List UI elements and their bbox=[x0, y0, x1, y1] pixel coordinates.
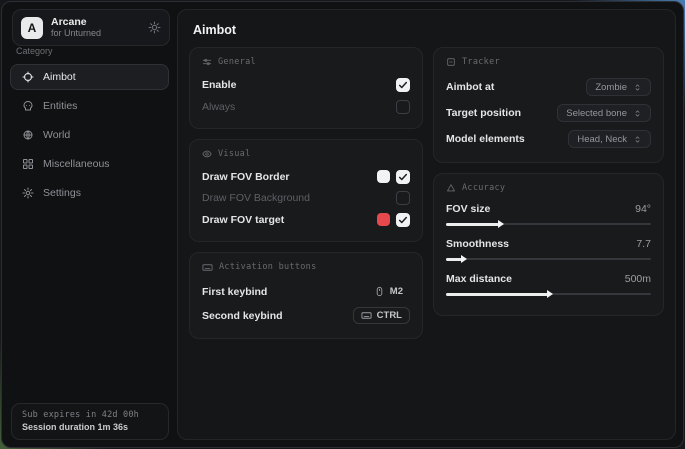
unfold-icon bbox=[633, 83, 642, 92]
slider-group-smoothness: Smoothness 7.7 bbox=[446, 235, 651, 260]
setting-row-fov-target: Draw FOV target bbox=[202, 209, 410, 231]
setting-row-model-elements: Model elements Head, Neck bbox=[446, 126, 651, 152]
slider-thumb[interactable] bbox=[547, 290, 553, 298]
sidebar-item-label: Settings bbox=[43, 187, 81, 199]
accuracy-card: Accuracy FOV size 94° Smoothness bbox=[433, 173, 664, 316]
setting-row-always: Always bbox=[202, 96, 410, 118]
sidebar: A Arcane for Unturned Category Aimbot En… bbox=[2, 2, 177, 447]
tracker-card: Tracker Aimbot at Zombie Target position… bbox=[433, 47, 664, 163]
visual-card: Visual Draw FOV Border Draw FOV Backgrou… bbox=[189, 139, 423, 242]
smoothness-slider[interactable] bbox=[446, 258, 651, 260]
section-title: Tracker bbox=[462, 57, 500, 67]
section-title: Visual bbox=[218, 149, 251, 159]
dropdown-value: Head, Neck bbox=[577, 134, 627, 145]
target-position-dropdown[interactable]: Selected bone bbox=[557, 104, 651, 122]
check-icon bbox=[398, 172, 408, 182]
first-keybind-button[interactable]: M2 bbox=[367, 284, 410, 299]
sliders-icon bbox=[202, 57, 212, 67]
app-brand: A Arcane for Unturned bbox=[12, 9, 170, 46]
check-icon bbox=[398, 215, 408, 225]
grid-icon bbox=[22, 158, 34, 170]
activation-card: Activation buttons First keybind M2 Seco… bbox=[189, 252, 423, 339]
logo-letter: A bbox=[28, 21, 37, 35]
app-logo: A bbox=[21, 17, 43, 39]
second-keybind-button[interactable]: CTRL bbox=[353, 307, 410, 324]
main-panel: Aimbot General Enable Always bbox=[177, 9, 676, 440]
fov-border-checkbox[interactable] bbox=[396, 170, 410, 184]
sidebar-item-miscellaneous[interactable]: Miscellaneous bbox=[10, 151, 169, 177]
fov-target-checkbox[interactable] bbox=[396, 213, 410, 227]
general-card: General Enable Always bbox=[189, 47, 423, 129]
setting-row-target-position: Target position Selected bone bbox=[446, 100, 651, 126]
sidebar-item-aimbot[interactable]: Aimbot bbox=[10, 64, 169, 90]
slider-value: 7.7 bbox=[636, 238, 651, 250]
setting-row-second-keybind: Second keybind CTRL bbox=[202, 304, 410, 328]
setting-row-fov-border: Draw FOV Border bbox=[202, 166, 410, 188]
crosshair-icon bbox=[22, 71, 34, 83]
gear-icon bbox=[22, 187, 34, 199]
sidebar-item-label: World bbox=[43, 129, 70, 141]
session-duration-text: Session duration 1m 36s bbox=[22, 421, 158, 434]
category-nav: Aimbot Entities World Miscellaneous Sett… bbox=[2, 64, 177, 206]
scan-icon bbox=[446, 57, 456, 67]
sidebar-item-world[interactable]: World bbox=[10, 122, 169, 148]
aimbot-at-dropdown[interactable]: Zombie bbox=[586, 78, 651, 96]
slider-group-max-distance: Max distance 500m bbox=[446, 270, 651, 295]
enable-checkbox[interactable] bbox=[396, 78, 410, 92]
slider-value: 94° bbox=[635, 203, 651, 215]
app-subtitle: for Unturned bbox=[51, 28, 140, 38]
sub-expiry-text: Sub expires in 42d 00h bbox=[22, 409, 158, 421]
entities-icon bbox=[22, 100, 34, 112]
setting-row-first-keybind: First keybind M2 bbox=[202, 280, 410, 304]
keybind-value: M2 bbox=[390, 286, 403, 297]
keyboard-icon bbox=[202, 262, 213, 273]
category-label: Category bbox=[16, 46, 177, 56]
color-swatch[interactable] bbox=[377, 213, 390, 226]
page-title: Aimbot bbox=[193, 23, 660, 37]
keyboard-icon bbox=[361, 310, 372, 321]
unfold-icon bbox=[633, 109, 642, 118]
app-window: A Arcane for Unturned Category Aimbot En… bbox=[1, 1, 684, 448]
sidebar-item-entities[interactable]: Entities bbox=[10, 93, 169, 119]
setting-row-enable: Enable bbox=[202, 74, 410, 96]
settings-gear-icon[interactable] bbox=[148, 21, 161, 34]
keybind-value: CTRL bbox=[377, 310, 402, 321]
sidebar-item-label: Entities bbox=[43, 100, 77, 112]
slider-value: 500m bbox=[625, 273, 651, 285]
mouse-icon bbox=[374, 286, 385, 297]
sidebar-item-settings[interactable]: Settings bbox=[10, 180, 169, 206]
sidebar-item-label: Miscellaneous bbox=[43, 158, 110, 170]
setting-row-fov-background: Draw FOV Background bbox=[202, 188, 410, 210]
unfold-icon bbox=[633, 135, 642, 144]
sidebar-item-label: Aimbot bbox=[43, 71, 76, 83]
always-checkbox[interactable] bbox=[396, 100, 410, 114]
dropdown-value: Selected bone bbox=[566, 108, 627, 119]
fov-background-checkbox[interactable] bbox=[396, 191, 410, 205]
fov-size-slider[interactable] bbox=[446, 223, 651, 225]
triangle-icon bbox=[446, 183, 456, 193]
globe-icon bbox=[22, 129, 34, 141]
setting-row-aimbot-at: Aimbot at Zombie bbox=[446, 74, 651, 100]
max-distance-slider[interactable] bbox=[446, 293, 651, 295]
slider-thumb[interactable] bbox=[498, 220, 504, 228]
section-title: Accuracy bbox=[462, 183, 505, 193]
subscription-info: Sub expires in 42d 00h Session duration … bbox=[11, 403, 169, 440]
section-title: General bbox=[218, 57, 256, 67]
check-icon bbox=[398, 80, 408, 90]
model-elements-dropdown[interactable]: Head, Neck bbox=[568, 130, 651, 148]
eye-icon bbox=[202, 149, 212, 159]
app-name: Arcane bbox=[51, 16, 140, 28]
dropdown-value: Zombie bbox=[595, 82, 627, 93]
slider-group-fov-size: FOV size 94° bbox=[446, 200, 651, 225]
slider-thumb[interactable] bbox=[461, 255, 467, 263]
color-swatch[interactable] bbox=[377, 170, 390, 183]
section-title: Activation buttons bbox=[219, 262, 317, 272]
